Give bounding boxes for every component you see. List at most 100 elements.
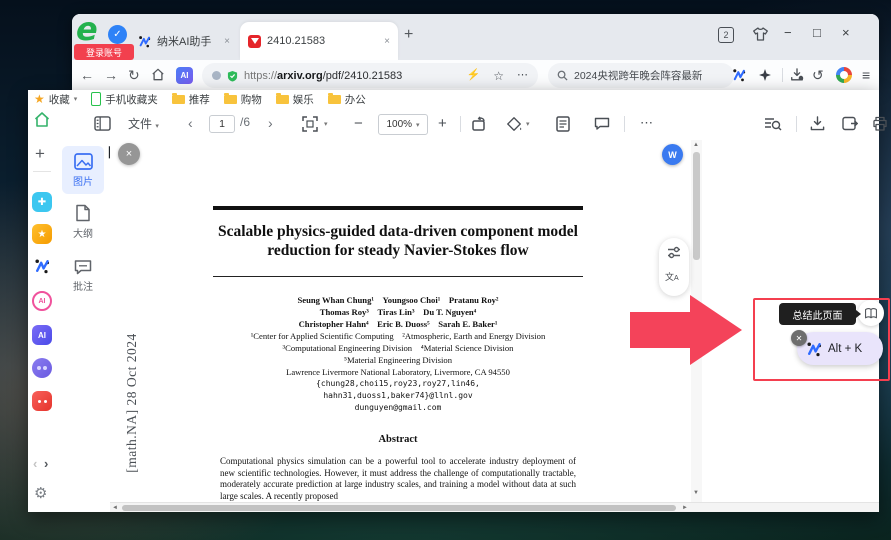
vertical-scroll-thumb[interactable]: [693, 152, 700, 260]
nano-ai-toolbar-icon[interactable]: [732, 68, 746, 82]
sidebar-add-button[interactable]: +: [35, 144, 45, 164]
folder-icon: [172, 95, 185, 104]
more-dots-icon[interactable]: ⋯: [517, 70, 528, 81]
panel-tab-annotations[interactable]: 批注: [62, 252, 104, 300]
address-bar[interactable]: https://arxiv.org/pdf/2410.21583 ⚡ ☆ ⋯: [202, 63, 538, 88]
bookmark-folder-recommend[interactable]: 推荐: [172, 92, 210, 107]
ai-nav-icon[interactable]: AI: [176, 67, 193, 84]
notes-icon[interactable]: [556, 116, 570, 132]
browser-logo[interactable]: e: [76, 10, 98, 48]
horizontal-scroll-thumb[interactable]: [122, 505, 676, 511]
tab-bar: e ✓ 纳米AI助手 × 2410.21583 × + 2 − □ ×: [72, 14, 879, 60]
folder-icon: [224, 95, 237, 104]
zoom-level-select[interactable]: 100%▾: [378, 114, 428, 135]
download-pdf-icon[interactable]: [810, 116, 825, 131]
adjust-sliders-icon[interactable]: [667, 246, 681, 259]
chevron-down-icon[interactable]: ▾: [324, 120, 328, 128]
word-convert-button[interactable]: W: [662, 144, 683, 165]
reload-icon[interactable]: ↻: [128, 67, 140, 84]
save-as-icon[interactable]: [842, 116, 858, 131]
skin-theme-icon[interactable]: [752, 26, 769, 42]
zoom-out-icon[interactable]: −: [354, 115, 363, 132]
settings-gear-icon[interactable]: ⚙: [34, 484, 47, 502]
divider: [782, 68, 783, 82]
app-icon-favorites-star[interactable]: ★: [32, 224, 52, 244]
extensions-icon[interactable]: [758, 68, 772, 82]
new-tab-button[interactable]: +: [404, 27, 413, 43]
pdf-icon: [248, 35, 261, 48]
tab-pdf[interactable]: 2410.21583 ×: [240, 22, 398, 60]
more-tools-icon[interactable]: ⋯: [640, 115, 653, 131]
app-icon-ai[interactable]: AI: [32, 325, 52, 345]
image-icon: [74, 153, 93, 170]
security-shield-icon[interactable]: [227, 70, 238, 82]
print-icon[interactable]: [872, 116, 888, 131]
scroll-right-icon[interactable]: ►: [682, 505, 688, 511]
scroll-left-icon[interactable]: ◄: [112, 505, 118, 511]
app-icon-game-helper[interactable]: ✚: [32, 192, 52, 212]
bookmark-star-icon[interactable]: ☆: [493, 70, 504, 82]
file-menu[interactable]: 文件 ▾: [128, 115, 159, 132]
next-page-icon[interactable]: ›: [268, 115, 273, 131]
home-icon[interactable]: [151, 68, 165, 81]
menu-icon[interactable]: ≡: [862, 67, 870, 83]
forward-icon[interactable]: →: [104, 67, 118, 83]
login-badge[interactable]: 登录账号: [74, 44, 134, 60]
rotate-icon[interactable]: [471, 116, 488, 132]
compass-icon[interactable]: ✓: [108, 25, 127, 44]
red-arrow-annotation: [630, 293, 746, 369]
bookmark-mobile-folder[interactable]: 手机收藏夹: [91, 92, 158, 107]
reading-mode-button[interactable]: [858, 300, 884, 326]
comment-icon[interactable]: [594, 116, 610, 131]
tab-title: 2410.21583: [267, 35, 325, 47]
app-icon-ai-plus[interactable]: AI: [32, 291, 52, 311]
dismiss-pill-icon[interactable]: ✕: [791, 330, 807, 346]
divider: [460, 116, 461, 132]
minimize-button[interactable]: −: [784, 25, 792, 40]
ai-shortcut-pill[interactable]: Alt + K: [797, 332, 883, 365]
tab-count-badge[interactable]: 2: [718, 27, 734, 43]
app-icon-nano-ai[interactable]: [34, 258, 50, 274]
prev-page-icon[interactable]: ‹: [188, 115, 193, 131]
panel-close-icon[interactable]: ×: [118, 143, 140, 165]
collapse-right-icon[interactable]: ›: [44, 456, 48, 471]
shortcut-label: Alt + K: [828, 343, 862, 355]
highlight-bucket-icon[interactable]: [506, 116, 522, 132]
zoom-in-icon[interactable]: +: [438, 115, 447, 132]
browser-window-top: e ✓ 纳米AI助手 × 2410.21583 × + 2 − □ × 登录账号: [72, 14, 879, 90]
collapse-left-icon[interactable]: ‹: [33, 456, 37, 471]
tab-close-icon[interactable]: ×: [224, 36, 230, 47]
app-icon-gamepad[interactable]: [32, 391, 52, 411]
downloads-icon[interactable]: [790, 68, 804, 82]
pdf-home-icon[interactable]: [33, 111, 51, 128]
bookmark-folder-office[interactable]: 办公: [328, 92, 366, 107]
recently-closed-icon[interactable]: ↺: [812, 67, 824, 84]
translate-icon[interactable]: 文A: [665, 270, 679, 283]
flash-icon[interactable]: ⚡: [467, 70, 481, 81]
scroll-up-icon[interactable]: ▲: [693, 142, 699, 148]
panel-tab-images[interactable]: 图片: [62, 146, 104, 194]
fit-mode-icon[interactable]: [302, 116, 318, 132]
bookmark-folder-entertainment[interactable]: 娱乐: [276, 92, 314, 107]
app-icon-owl[interactable]: [32, 358, 52, 378]
scroll-down-icon[interactable]: ▼: [693, 490, 699, 496]
page-number-input[interactable]: [209, 115, 235, 133]
bookmark-folder-shopping[interactable]: 购物: [224, 92, 262, 107]
chevron-down-icon: ▾: [74, 95, 78, 103]
search-document-icon[interactable]: [764, 116, 782, 132]
bookmark-favorites[interactable]: ★ 收藏 ▾: [34, 92, 77, 107]
site-info-icon[interactable]: [212, 71, 221, 80]
tab-ai-assistant[interactable]: 纳米AI助手 ×: [130, 22, 238, 60]
close-button[interactable]: ×: [842, 25, 850, 40]
pdf-toolbar: 文件 ▾ ‹ /6 › ▾ − 100%▾ + ▾ ⋯: [56, 108, 879, 141]
horizontal-scrollbar[interactable]: ◄ ►: [110, 502, 879, 512]
quick-search-box[interactable]: 2024央视跨年晚会阵容最新: [548, 63, 734, 88]
panel-tab-outline[interactable]: 大纲: [62, 198, 104, 246]
chevron-down-icon[interactable]: ▾: [526, 120, 530, 128]
maximize-button[interactable]: □: [813, 25, 821, 40]
tab-close-icon[interactable]: ×: [384, 36, 390, 47]
wheel-logo-icon[interactable]: [836, 67, 852, 83]
panel-toggle-icon[interactable]: [94, 116, 111, 131]
back-icon[interactable]: ←: [80, 67, 94, 83]
page-total-label: /6: [240, 115, 250, 129]
